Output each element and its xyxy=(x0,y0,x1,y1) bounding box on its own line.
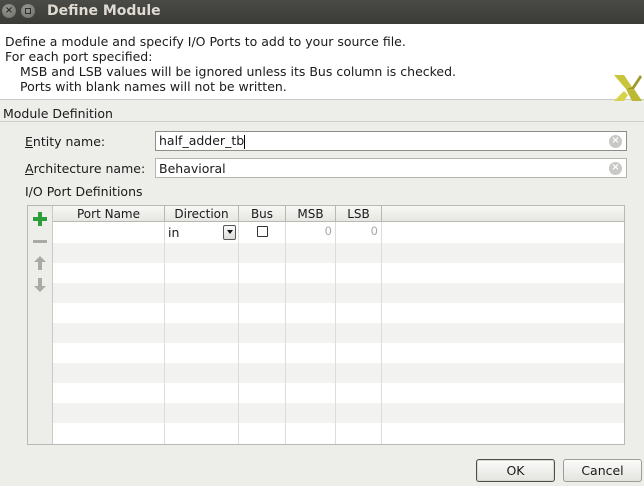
architecture-name-value: Behavioral xyxy=(159,160,226,176)
port-toolbar xyxy=(28,206,53,444)
io-port-definitions-label: I/O Port Definitions xyxy=(25,184,143,199)
arrow-down-icon[interactable] xyxy=(32,277,48,293)
clear-entity-icon[interactable]: × xyxy=(609,134,622,148)
header-instruction: For each port specified: xyxy=(5,49,153,64)
column-divider xyxy=(335,222,336,444)
xilinx-logo-icon xyxy=(614,75,642,101)
architecture-name-label: Architecture name: xyxy=(25,161,146,176)
table-row-empty[interactable] xyxy=(53,303,624,323)
table-row-empty[interactable] xyxy=(53,243,624,263)
chevron-down-icon[interactable] xyxy=(223,224,236,240)
module-definition-label: Module Definition xyxy=(3,106,113,121)
entity-name-label: Entity name: xyxy=(25,134,106,149)
column-divider xyxy=(381,222,382,444)
entity-name-value: half_adder_tb xyxy=(159,133,245,149)
column-msb[interactable]: MSB xyxy=(286,206,336,222)
direction-select[interactable]: in xyxy=(165,223,237,241)
arrow-up-icon[interactable] xyxy=(32,255,48,271)
direction-value: in xyxy=(168,224,180,240)
column-bus[interactable]: Bus xyxy=(239,206,286,222)
close-window-icon[interactable]: × xyxy=(2,4,16,18)
dialog-header: Define a module and specify I/O Ports to… xyxy=(0,24,644,101)
window-title: Define Module xyxy=(47,3,161,19)
architecture-name-input[interactable]: Behavioral × xyxy=(155,158,627,178)
minus-icon[interactable] xyxy=(32,233,48,249)
column-divider xyxy=(285,222,286,444)
clear-architecture-icon[interactable]: × xyxy=(609,161,622,175)
table-row-empty[interactable] xyxy=(53,383,624,403)
column-divider xyxy=(164,222,165,444)
maximize-window-icon[interactable] xyxy=(21,4,35,18)
table-row-empty[interactable] xyxy=(53,363,624,383)
plus-icon[interactable] xyxy=(32,211,48,227)
ok-button[interactable]: OK xyxy=(476,459,555,482)
port-table: Port Name Direction Bus MSB LSB in 0 0 xyxy=(53,206,624,444)
column-port-name[interactable]: Port Name xyxy=(53,206,165,222)
lsb-value[interactable]: 0 xyxy=(339,224,378,238)
table-row-empty[interactable] xyxy=(53,403,624,423)
column-divider xyxy=(238,222,239,444)
title-bar: × Define Module xyxy=(0,0,644,24)
table-row-empty[interactable] xyxy=(53,283,624,303)
table-row-empty[interactable] xyxy=(53,423,624,443)
cancel-button[interactable]: Cancel xyxy=(563,459,642,482)
section-divider xyxy=(0,121,644,122)
table-row-empty[interactable] xyxy=(53,263,624,283)
table-row-empty[interactable] xyxy=(53,323,624,343)
table-row-empty[interactable] xyxy=(53,343,624,363)
header-description: Define a module and specify I/O Ports to… xyxy=(5,34,406,49)
table-header: Port Name Direction Bus MSB LSB xyxy=(53,206,624,222)
port-definitions-panel: Port Name Direction Bus MSB LSB in 0 0 xyxy=(27,205,625,445)
column-direction[interactable]: Direction xyxy=(165,206,239,222)
header-note-blank-names: Ports with blank names will not be writt… xyxy=(20,79,287,94)
entity-name-input[interactable]: half_adder_tb × xyxy=(155,131,627,151)
column-lsb[interactable]: LSB xyxy=(336,206,382,222)
msb-value[interactable]: 0 xyxy=(289,224,332,238)
bus-checkbox[interactable] xyxy=(257,226,268,237)
header-note-msb-lsb: MSB and LSB values will be ignored unles… xyxy=(20,64,457,79)
